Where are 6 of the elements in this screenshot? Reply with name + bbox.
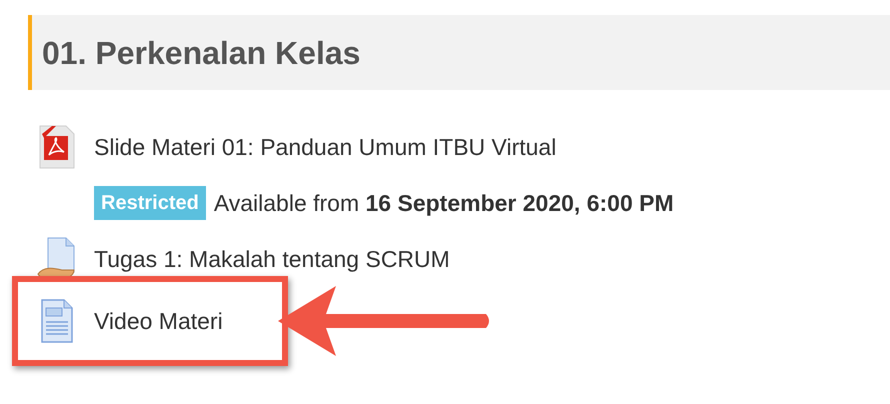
availability-text: Available from 16 September 2020, 6:00 PM <box>214 188 674 218</box>
section-title: 01. Perkenalan Kelas <box>42 34 360 72</box>
activity-link[interactable]: Tugas 1: Makalah tentang SCRUM <box>94 242 450 276</box>
activity-link[interactable]: Video Materi <box>94 304 223 338</box>
restricted-badge: Restricted <box>94 186 206 220</box>
activity-link[interactable]: Slide Materi 01: Panduan Umum ITBU Virtual <box>94 130 556 164</box>
